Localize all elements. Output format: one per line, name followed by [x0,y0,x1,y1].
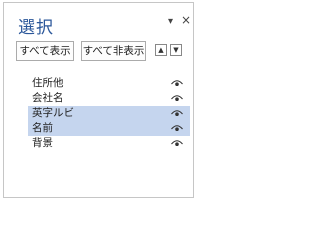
close-icon[interactable]: × [181,14,191,26]
object-list: 住所他 会社名 英字ルビ 名前 背景 [28,76,190,151]
item-name: 住所他 [32,77,64,89]
item-name: 背景 [32,137,53,149]
list-item[interactable]: 背景 [28,136,190,151]
move-up-icon[interactable]: ▲ [155,44,167,56]
eye-icon[interactable] [171,124,183,132]
item-name: 英字ルビ [32,107,74,119]
show-all-button[interactable]: すべて表示 [16,41,74,61]
eye-icon[interactable] [171,79,183,87]
list-item[interactable]: 英字ルビ [28,106,190,121]
eye-icon[interactable] [171,109,183,117]
task-pane-options-icon[interactable]: ▾ [168,17,173,27]
hide-all-button[interactable]: すべて非表示 [81,41,146,61]
item-name: 会社名 [32,92,64,104]
list-item[interactable]: 住所他 [28,76,190,91]
pane-title: 選択 [18,18,54,38]
item-name: 名前 [32,122,53,134]
eye-icon[interactable] [171,94,183,102]
list-item[interactable]: 会社名 [28,91,190,106]
list-item[interactable]: 名前 [28,121,190,136]
move-down-icon[interactable]: ▼ [170,44,182,56]
eye-icon[interactable] [171,139,183,147]
